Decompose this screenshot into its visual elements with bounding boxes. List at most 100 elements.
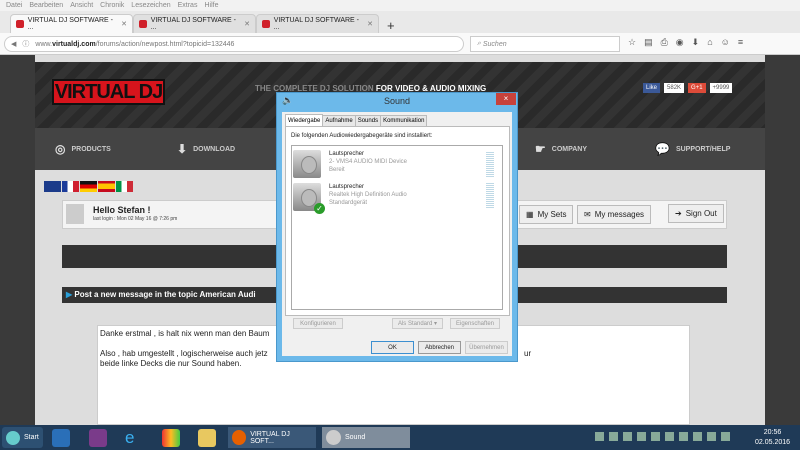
device-name: Lautsprecher [329, 151, 365, 157]
tray-icon[interactable] [651, 432, 660, 441]
close-button[interactable]: × [496, 93, 516, 105]
menu-lesezeichen[interactable]: Lesezeichen [131, 2, 170, 9]
start-button[interactable]: Start [2, 427, 43, 448]
time: 20:56 [763, 429, 782, 436]
my-sets-label: My Sets [537, 210, 567, 219]
nav-support[interactable]: 💬 SUPPORT/HELP [655, 142, 730, 156]
url-bar[interactable]: ◀ ⓘ www.virtualdj.com/forums/action/newpos… [4, 36, 464, 52]
nav-products[interactable]: ◎ PRODUCTS [55, 142, 111, 156]
firefox-icon [232, 430, 247, 445]
tab-aufnahme[interactable]: Aufnahme [322, 115, 356, 126]
volume-icon[interactable] [721, 432, 730, 441]
network-icon[interactable] [707, 432, 716, 441]
device-item[interactable]: ✓ Lautsprecher Realtek High Definition Aud… [293, 183, 407, 214]
reader-icon[interactable]: ▤ [644, 37, 653, 48]
pocket-icon[interactable]: ◉ [676, 37, 684, 48]
new-tab-button[interactable]: + [379, 18, 403, 33]
close-tab-icon[interactable]: ✕ [244, 20, 250, 28]
target-icon: ◎ [55, 142, 66, 156]
close-tab-icon[interactable]: ✕ [367, 20, 373, 28]
menu-hilfe[interactable]: Hilfe [204, 2, 218, 9]
avatar [66, 204, 84, 224]
browser-tab[interactable]: VIRTUAL DJ SOFTWARE - ... ✕ [133, 14, 256, 33]
back-icon[interactable]: ◀ [11, 40, 16, 48]
gplus-button[interactable]: G+1 [688, 83, 706, 93]
greeting: Hello Stefan ! [93, 205, 151, 215]
tray-icon[interactable] [623, 432, 632, 441]
taskbar-sound[interactable]: Sound [322, 427, 410, 448]
language-flags [44, 181, 133, 192]
devices-label: Die folgenden Audiowiedergabegeräte sind… [291, 133, 433, 139]
battery-icon[interactable] [693, 432, 702, 441]
tray-icon[interactable] [609, 432, 618, 441]
tray-icon[interactable] [595, 432, 604, 441]
tab-label: VIRTUAL DJ SOFTWARE - ... [150, 17, 236, 31]
tray-icon[interactable] [637, 432, 646, 441]
configure-button[interactable]: Konfigurieren [293, 318, 343, 329]
cancel-button[interactable]: Abbrechen [418, 341, 461, 354]
set-default-button[interactable]: Als Standard ▾ [392, 318, 443, 329]
app-icon[interactable] [52, 429, 70, 447]
scrollbar[interactable] [785, 55, 800, 425]
search-placeholder: Suchen [482, 40, 507, 48]
tray-icon[interactable] [679, 432, 688, 441]
explorer-icon[interactable] [198, 429, 216, 447]
menu-bar: Datei Bearbeiten Ansicht Chronik Lesezei… [0, 0, 800, 11]
office-icon[interactable] [162, 429, 180, 447]
start-label: Start [24, 434, 39, 441]
system-tray [595, 432, 730, 441]
menu-extras[interactable]: Extras [178, 2, 198, 9]
pdf-icon[interactable] [89, 429, 107, 447]
speaker-icon [326, 430, 341, 445]
apply-button[interactable]: Übernehmen [465, 341, 508, 354]
ie-icon[interactable]: e [125, 429, 143, 447]
sets-icon: ▦ [526, 210, 534, 219]
flag-de-icon[interactable] [80, 181, 97, 192]
flag-it-icon[interactable] [116, 181, 133, 192]
device-status: Standardgerät [329, 200, 368, 206]
nav-label: SUPPORT/HELP [675, 145, 731, 153]
properties-button[interactable]: Eigenschaften [450, 318, 500, 329]
menu-icon[interactable]: ≡ [738, 37, 743, 48]
level-meter [486, 183, 494, 208]
facebook-like-button[interactable]: Like [643, 83, 661, 93]
url-path: /forums/action/newpost.html?topicid=1324… [95, 40, 235, 48]
sign-out-button[interactable]: ➔ Sign Out [668, 204, 724, 223]
flag-es-icon[interactable] [98, 181, 115, 192]
my-messages-button[interactable]: ✉ My messages [577, 205, 652, 224]
menu-bearbeiten[interactable]: Bearbeiten [29, 2, 63, 9]
tab-sounds[interactable]: Sounds [354, 115, 382, 126]
nav-company[interactable]: ☛ COMPANY [535, 142, 587, 156]
flag-fr-icon[interactable] [62, 181, 79, 192]
search-input[interactable]: ⌕ Suchen [470, 36, 620, 52]
my-sets-button[interactable]: ▦ My Sets [519, 205, 574, 224]
star-icon[interactable]: ☆ [628, 37, 636, 48]
menu-ansicht[interactable]: Ansicht [70, 2, 93, 9]
clock[interactable]: 20:56 02.05.2016 [755, 428, 790, 448]
ok-button[interactable]: OK [371, 341, 414, 354]
menu-chronik[interactable]: Chronik [100, 2, 124, 9]
device-item[interactable]: Lautsprecher 2- VMS4 AUDIO MIDI Device Ber… [293, 150, 407, 178]
download-icon[interactable]: ⬇ [692, 37, 700, 48]
tab-wiedergabe[interactable]: Wiedergabe [285, 114, 324, 126]
nav-label: PRODUCTS [71, 145, 111, 153]
print-icon[interactable]: ⎙ [661, 37, 668, 48]
flag-uk-icon[interactable] [44, 181, 61, 192]
menu-datei[interactable]: Datei [6, 2, 22, 9]
flag-icon[interactable] [665, 432, 674, 441]
handshake-icon: ☛ [535, 142, 546, 156]
my-messages-label: My messages [594, 210, 645, 219]
home-icon[interactable]: ⌂ [707, 37, 712, 48]
speaker-icon [293, 150, 321, 178]
close-tab-icon[interactable]: ✕ [121, 20, 127, 28]
nav-download[interactable]: ⬇ DOWNLOAD [177, 142, 235, 156]
device-desc: Realtek High Definition Audio [329, 192, 407, 198]
smiley-icon[interactable]: ☺ [721, 37, 730, 48]
virtualdj-logo[interactable]: VIRTUAL DJ [52, 79, 165, 105]
tab-kommunikation[interactable]: Kommunikation [380, 115, 428, 126]
last-login: last login : Mon 02 May 16 @ 7:26 pm [93, 216, 178, 222]
device-desc: 2- VMS4 AUDIO MIDI Device [329, 159, 408, 165]
browser-tab[interactable]: VIRTUAL DJ SOFTWARE - ... ✕ [256, 14, 379, 33]
browser-tab[interactable]: VIRTUAL DJ SOFTWARE - ... ✕ [10, 14, 133, 33]
taskbar-firefox[interactable]: VIRTUAL DJ SOFT... [228, 427, 316, 448]
